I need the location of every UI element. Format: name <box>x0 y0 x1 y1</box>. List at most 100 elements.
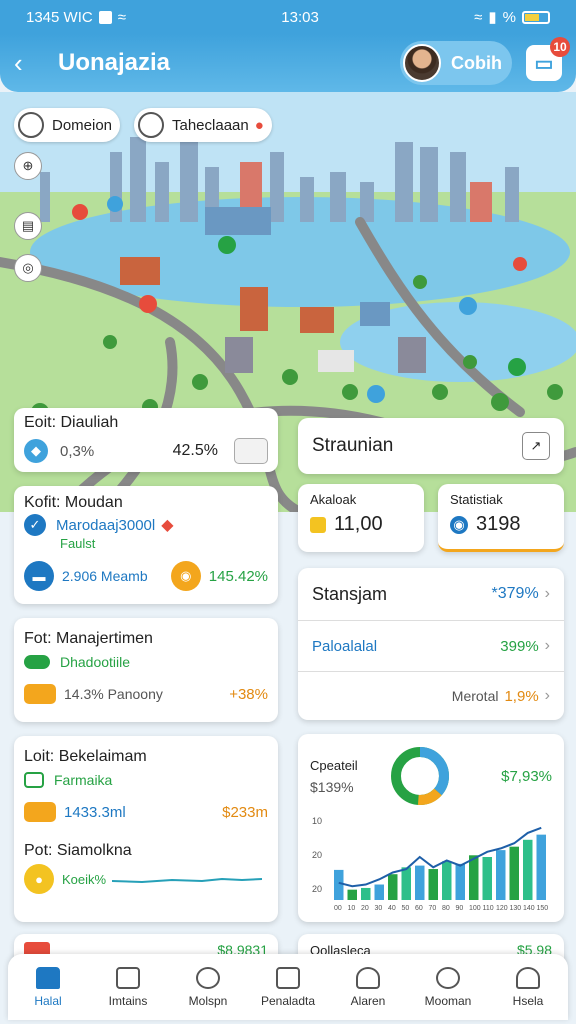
chevron-right-icon: › <box>544 585 550 602</box>
notification-icon: ▭ <box>534 52 554 75</box>
back-arrow-icon[interactable]: ‹ <box>14 50 40 76</box>
nav-profile[interactable]: Hsela <box>488 954 568 1020</box>
card-value: $139% <box>310 778 354 795</box>
x-tick-label: 110 <box>483 905 494 912</box>
nav-stats[interactable]: Penaladta <box>248 954 328 1020</box>
x-tick-label: 130 <box>510 905 522 912</box>
bar <box>401 867 411 900</box>
location-icon[interactable]: ◎ <box>14 254 42 282</box>
x-tick-label: 10 <box>348 905 356 912</box>
card-label: Cpeateil <box>310 757 358 773</box>
y-tick-label: 20 <box>312 884 322 894</box>
sparkline <box>112 877 263 884</box>
bar <box>442 861 452 900</box>
nav-favorites[interactable]: Alaren <box>328 954 408 1020</box>
power-icon <box>436 966 460 989</box>
nav-home[interactable]: Halal <box>8 954 88 1020</box>
card-statistiak[interactable]: Statistiak ◉ 3198 <box>438 484 564 552</box>
list-value: 1,9% <box>504 687 539 705</box>
app-icon <box>98 10 112 24</box>
profile-chip[interactable]: Cobih <box>400 41 512 85</box>
card-stat-percent: +38% <box>229 685 268 703</box>
card-label: Fot: Manajertimen <box>24 630 153 647</box>
card-value: 3198 <box>476 513 521 535</box>
chart-icon[interactable] <box>234 438 268 464</box>
card-subtitle: Marodaaj3000l <box>56 516 156 534</box>
nav-messages[interactable]: Molspn <box>168 954 248 1020</box>
card-chart[interactable]: Cpeateil $139% $7,93% 10 20 20 00 10 20 30 40 50… <box>298 734 564 922</box>
status-battery-pct: % <box>502 8 516 26</box>
notification-badge: 10 <box>550 37 570 57</box>
card-value: 11,00 <box>334 513 383 535</box>
card-label: Statistiak <box>450 492 503 507</box>
user-icon <box>516 966 540 989</box>
nav-label: Imtains <box>108 993 148 1008</box>
card-label: Akaloak <box>310 492 357 507</box>
toggle-icon <box>24 655 50 669</box>
x-tick-label: 20 <box>361 905 369 912</box>
card-stat: 1433.3ml <box>64 803 126 821</box>
signal-icon: ▮ <box>488 9 497 26</box>
pin-icon: ● <box>254 116 264 134</box>
x-tick-label: 50 <box>402 905 410 912</box>
card-bekelaimam[interactable]: Loit: Bekelaimam Farmaika 1433.3ml $233m… <box>14 736 278 922</box>
page-title: Uonajazia <box>58 49 171 76</box>
map-chip-taheclaaan[interactable]: Taheclaaan ● <box>134 108 272 142</box>
bar <box>523 839 533 900</box>
info-icon: ◉ <box>450 515 468 534</box>
card-title: Straunian <box>312 435 394 456</box>
zoom-icon[interactable]: ⊕ <box>14 152 42 180</box>
list-row-merotal[interactable]: Merotal 1,9% › <box>298 672 564 720</box>
bar <box>496 850 506 900</box>
bar <box>469 855 479 900</box>
gauge-icon: ✓ <box>24 514 46 536</box>
battery-icon <box>521 10 550 24</box>
home-icon <box>36 966 60 989</box>
card-label: Kofit: Moudan <box>24 494 123 511</box>
donut-chart <box>390 747 449 805</box>
bar <box>428 869 438 900</box>
chart-icon[interactable]: ↗ <box>522 432 550 460</box>
bar <box>347 889 357 900</box>
card-moudan[interactable]: Kofit: Moudan ✓ Marodaaj3000l ◆ Faulst ▬… <box>14 486 278 604</box>
card-stansjam-list: Stansjam *379% › Paloalalal 399% › Merot… <box>298 568 564 720</box>
card-stat: 14.3% Panoony <box>64 686 163 702</box>
layers-icon <box>138 112 164 138</box>
flag-icon: ◆ <box>161 517 174 534</box>
nav-label: Alaren <box>350 993 386 1008</box>
list-label: Paloalalal <box>312 637 378 655</box>
chat-icon <box>196 966 220 989</box>
bar <box>455 863 465 900</box>
card-straunian[interactable]: Straunian ↗ <box>298 418 564 474</box>
card-label: Loit: Bekelaimam <box>24 748 147 765</box>
nav-label: Molspn <box>188 993 228 1008</box>
profile-name: Cobih <box>451 52 502 73</box>
chevron-right-icon: › <box>544 637 550 654</box>
nav-power[interactable]: Mooman <box>408 954 488 1020</box>
chart-icon <box>276 966 300 989</box>
card-manajertimen[interactable]: Fot: Manajertimen Dhadootiile 14.3% Pano… <box>14 618 278 722</box>
coin-icon: ◉ <box>170 561 201 591</box>
card-tag: Farmaika <box>54 772 113 788</box>
card-value: 0,3% <box>60 442 95 460</box>
list-row-stansjam[interactable]: Stansjam *379% › <box>298 568 564 620</box>
app-bar: ‹ Uonajazia Cobih ▭ 10 <box>0 34 576 92</box>
nav-items[interactable]: Imtains <box>88 954 168 1020</box>
card-tag: Koeik% <box>62 871 107 887</box>
chart-icon <box>24 772 44 788</box>
x-tick-label: 40 <box>388 905 396 912</box>
list-row-paloalalal[interactable]: Paloalalal 399% › <box>298 621 564 671</box>
card-label: Eoit: Diauliah <box>24 414 119 431</box>
wallet-icon: ▬ <box>24 561 54 591</box>
card-diauliah[interactable]: Eoit: Diauliah ◆ 0,3% 42.5% <box>14 408 278 472</box>
x-tick-label: 00 <box>334 905 342 912</box>
layers-icon[interactable]: ▤ <box>14 212 42 240</box>
bottom-nav: Halal Imtains Molspn Penaladta Alaren Mo… <box>8 954 568 1020</box>
notification-button[interactable]: ▭ 10 <box>526 37 570 81</box>
status-bar: 1345 WIC ≈ 13:03 ≈ ▮% <box>0 0 576 34</box>
card-akaloak[interactable]: Akaloak 11,00 <box>298 484 424 552</box>
map-chip-domeion[interactable]: Domeion <box>14 108 121 142</box>
bar <box>536 834 546 900</box>
coin-icon <box>310 516 326 533</box>
money-icon <box>24 684 56 704</box>
